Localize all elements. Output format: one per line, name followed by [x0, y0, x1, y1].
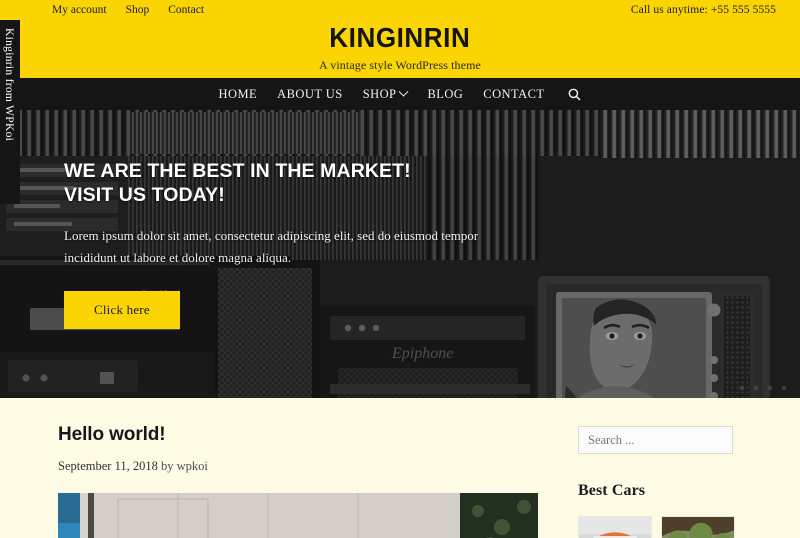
post-byline: by wpkoi	[157, 459, 208, 473]
nav-item-contact[interactable]: CONTACT	[483, 87, 544, 102]
topbar-link-my-account[interactable]: My account	[52, 4, 107, 16]
hero-title-line-2: VISIT US TODAY!	[64, 183, 225, 206]
masthead: KINGINRIN A vintage style WordPress them…	[0, 20, 800, 78]
nav-item-blog[interactable]: BLOG	[427, 87, 463, 102]
hero-paragraph: Lorem ipsum dolor sit amet, consectetur …	[64, 227, 479, 266]
post-title[interactable]: Hello world!	[58, 424, 538, 446]
topbar-phone-text: Call us anytime: +55 555 5555	[630, 4, 776, 16]
post-featured-image-graphic	[58, 493, 538, 538]
sidebar-column: Best Cars	[578, 424, 758, 538]
vertical-site-tab-label: Kinginrin from WPKoi	[3, 28, 15, 142]
hero-title: WE ARE THE BEST IN THE MARKET! VISIT US …	[64, 160, 484, 208]
hero-cta-button[interactable]: Click here	[64, 291, 180, 330]
nav-search-button[interactable]	[564, 88, 581, 101]
main-column: Hello world! September 11, 2018 by wpkoi	[58, 424, 538, 538]
nav-item-home[interactable]: HOME	[219, 87, 258, 102]
thumbnail-orange-car-graphic	[579, 517, 651, 538]
hero-content: WE ARE THE BEST IN THE MARKET! VISIT US …	[64, 160, 484, 330]
hero-banner: Marshall Epiphone	[0, 110, 800, 398]
top-bar-links: My account Shop Contact	[52, 4, 204, 16]
nav-item-about-us-label: ABOUT US	[277, 86, 343, 101]
top-bar: My account Shop Contact Call us anytime:…	[0, 0, 800, 20]
thumbnail-green-foliage-car-graphic	[662, 517, 734, 538]
site-tagline: A vintage style WordPress theme	[319, 57, 481, 72]
nav-item-contact-label: CONTACT	[483, 86, 545, 101]
thumbnail-green-foliage-car[interactable]	[661, 516, 735, 538]
nav-item-shop-label: SHOP	[362, 86, 397, 101]
topbar-link-contact[interactable]: Contact	[168, 4, 204, 16]
nav-item-blog-label: BLOG	[427, 86, 464, 101]
widget-thumbnail-grid	[578, 516, 758, 538]
post-date: September 11, 2018	[58, 459, 158, 473]
search-icon	[569, 88, 581, 101]
hero-title-line-1: WE ARE THE BEST IN THE MARKET!	[64, 160, 411, 182]
vertical-site-tab[interactable]: Kinginrin from WPKoi	[0, 20, 20, 204]
post-meta: September 11, 2018 by wpkoi	[58, 459, 538, 474]
topbar-link-shop[interactable]: Shop	[126, 4, 150, 16]
content-area: Hello world! September 11, 2018 by wpkoi	[0, 398, 800, 538]
site-title[interactable]: KINGINRIN	[329, 23, 470, 53]
thumbnail-orange-car[interactable]	[578, 516, 652, 538]
primary-navigation: HOME ABOUT US SHOP BLOG CONTACT	[0, 78, 800, 110]
nav-item-home-label: HOME	[218, 86, 258, 101]
sidebar-search-input[interactable]	[578, 426, 733, 454]
widget-title-best-cars: Best Cars	[578, 482, 646, 499]
post-featured-image[interactable]	[58, 493, 538, 538]
chevron-down-icon	[399, 86, 409, 97]
nav-item-about-us[interactable]: ABOUT US	[277, 87, 343, 102]
nav-items: HOME ABOUT US SHOP BLOG CONTACT	[219, 86, 582, 102]
nav-item-shop[interactable]: SHOP	[362, 86, 409, 102]
